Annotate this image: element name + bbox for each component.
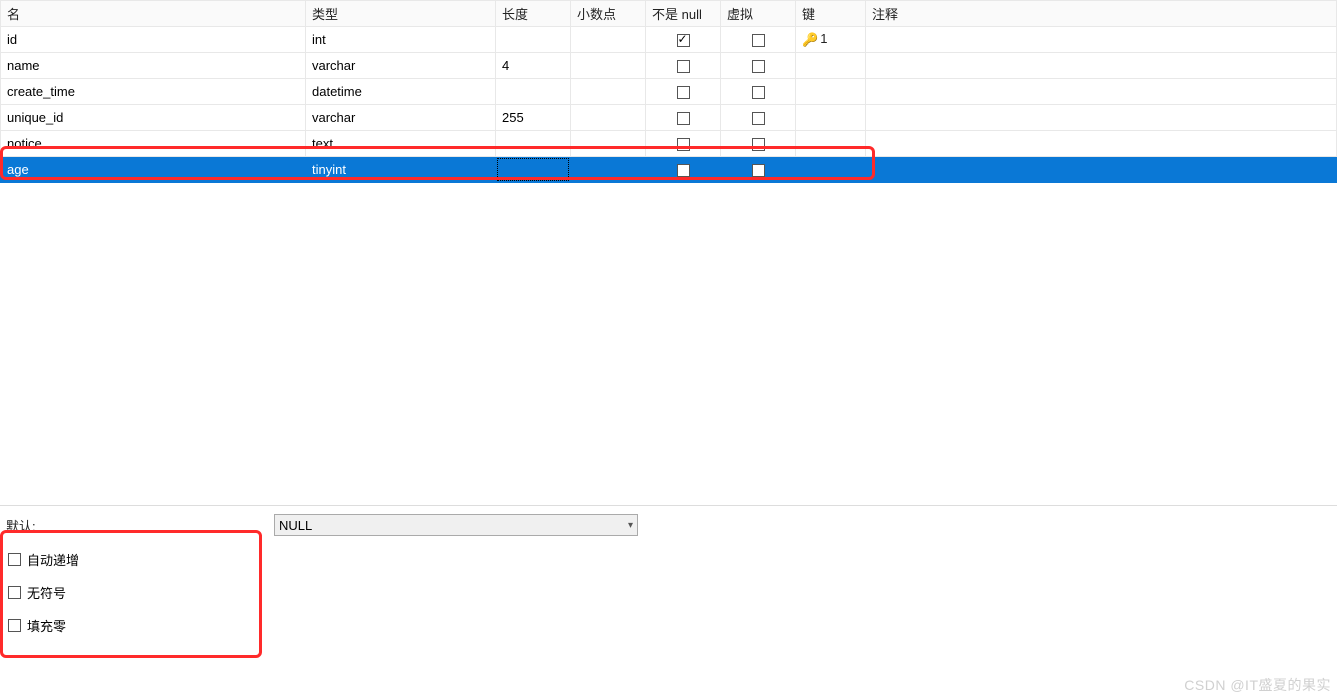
cell-key[interactable] <box>796 157 866 183</box>
cell-type[interactable]: varchar <box>306 105 496 131</box>
cell-notnull[interactable] <box>646 131 721 157</box>
virtual-checkbox[interactable] <box>752 86 765 99</box>
field-options: 自动递增 无符号 填充零 <box>6 550 1331 635</box>
cell-virtual[interactable] <box>721 27 796 53</box>
cell-name[interactable]: age <box>1 157 306 183</box>
virtual-checkbox[interactable] <box>752 112 765 125</box>
cell-name[interactable]: id <box>1 27 306 53</box>
default-select[interactable]: NULL ▾ <box>274 514 638 536</box>
cell-name[interactable]: notice <box>1 131 306 157</box>
key-number: 1 <box>820 31 827 46</box>
cell-length[interactable] <box>496 131 571 157</box>
header-row: 名 类型 长度 小数点 不是 null 虚拟 键 注释 <box>1 1 1337 27</box>
header-virtual[interactable]: 虚拟 <box>721 1 796 27</box>
cell-type[interactable]: tinyint <box>306 157 496 183</box>
zerofill-checkbox[interactable] <box>8 619 21 632</box>
table-row[interactable]: unique_idvarchar255 <box>1 105 1337 131</box>
table-row[interactable]: agetinyint <box>1 157 1337 183</box>
table-row[interactable]: namevarchar4 <box>1 53 1337 79</box>
cell-virtual[interactable] <box>721 105 796 131</box>
cell-length[interactable]: 4 <box>496 53 571 79</box>
cell-decimal[interactable] <box>571 27 646 53</box>
cell-name[interactable]: create_time <box>1 79 306 105</box>
cell-notnull[interactable] <box>646 105 721 131</box>
cell-comment[interactable] <box>866 157 1337 183</box>
notnull-checkbox[interactable] <box>677 60 690 73</box>
auto-increment-label: 自动递增 <box>27 550 79 569</box>
default-label: 默认: <box>6 516 274 535</box>
cell-length[interactable] <box>496 27 571 53</box>
field-properties-panel: 默认: NULL ▾ 自动递增 无符号 填充零 <box>0 505 1337 643</box>
cell-type[interactable]: int <box>306 27 496 53</box>
cell-name[interactable]: unique_id <box>1 105 306 131</box>
cell-comment[interactable] <box>866 105 1337 131</box>
cell-notnull[interactable] <box>646 27 721 53</box>
zerofill-label: 填充零 <box>27 616 66 635</box>
auto-increment-checkbox[interactable] <box>8 553 21 566</box>
cell-decimal[interactable] <box>571 105 646 131</box>
auto-increment-row[interactable]: 自动递增 <box>8 550 1331 569</box>
virtual-checkbox[interactable] <box>752 164 765 177</box>
cell-notnull[interactable] <box>646 157 721 183</box>
cell-key[interactable]: 🔑1 <box>796 27 866 53</box>
cell-type[interactable]: varchar <box>306 53 496 79</box>
table-row[interactable]: create_timedatetime <box>1 79 1337 105</box>
cell-virtual[interactable] <box>721 79 796 105</box>
cell-length[interactable] <box>496 157 571 183</box>
cell-name[interactable]: name <box>1 53 306 79</box>
chevron-down-icon: ▾ <box>628 520 633 531</box>
default-value: NULL <box>279 518 312 533</box>
notnull-checkbox[interactable] <box>677 164 690 177</box>
cell-comment[interactable] <box>866 27 1337 53</box>
notnull-checkbox[interactable] <box>677 86 690 99</box>
cell-comment[interactable] <box>866 131 1337 157</box>
cell-decimal[interactable] <box>571 79 646 105</box>
cell-virtual[interactable] <box>721 157 796 183</box>
header-notnull[interactable]: 不是 null <box>646 1 721 27</box>
unsigned-checkbox[interactable] <box>8 586 21 599</box>
table-row[interactable]: idint 🔑1 <box>1 27 1337 53</box>
table-row[interactable]: noticetext <box>1 131 1337 157</box>
unsigned-row[interactable]: 无符号 <box>8 583 1331 602</box>
cell-length[interactable]: 255 <box>496 105 571 131</box>
cell-virtual[interactable] <box>721 53 796 79</box>
notnull-checkbox[interactable] <box>677 34 690 47</box>
cell-decimal[interactable] <box>571 53 646 79</box>
virtual-checkbox[interactable] <box>752 34 765 47</box>
header-decimal[interactable]: 小数点 <box>571 1 646 27</box>
notnull-checkbox[interactable] <box>677 112 690 125</box>
key-icon: 🔑 <box>802 32 818 48</box>
cell-notnull[interactable] <box>646 53 721 79</box>
zerofill-row[interactable]: 填充零 <box>8 616 1331 635</box>
cell-type[interactable]: text <box>306 131 496 157</box>
cell-comment[interactable] <box>866 53 1337 79</box>
cell-decimal[interactable] <box>571 131 646 157</box>
header-name[interactable]: 名 <box>1 1 306 27</box>
fields-table[interactable]: 名 类型 长度 小数点 不是 null 虚拟 键 注释 idint🔑1namev… <box>0 0 1337 183</box>
cell-comment[interactable] <box>866 79 1337 105</box>
cell-notnull[interactable] <box>646 79 721 105</box>
header-key[interactable]: 键 <box>796 1 866 27</box>
cell-key[interactable] <box>796 105 866 131</box>
cell-decimal[interactable] <box>571 157 646 183</box>
header-comment[interactable]: 注释 <box>866 1 1337 27</box>
cell-type[interactable]: datetime <box>306 79 496 105</box>
unsigned-label: 无符号 <box>27 583 66 602</box>
cell-key[interactable] <box>796 53 866 79</box>
virtual-checkbox[interactable] <box>752 60 765 73</box>
watermark-text: CSDN @IT盛夏的果实 <box>1184 675 1331 695</box>
virtual-checkbox[interactable] <box>752 138 765 151</box>
cell-length[interactable] <box>496 79 571 105</box>
header-length[interactable]: 长度 <box>496 1 571 27</box>
notnull-checkbox[interactable] <box>677 138 690 151</box>
header-type[interactable]: 类型 <box>306 1 496 27</box>
cell-virtual[interactable] <box>721 131 796 157</box>
cell-key[interactable] <box>796 131 866 157</box>
cell-key[interactable] <box>796 79 866 105</box>
default-row: 默认: NULL ▾ <box>6 514 1331 536</box>
